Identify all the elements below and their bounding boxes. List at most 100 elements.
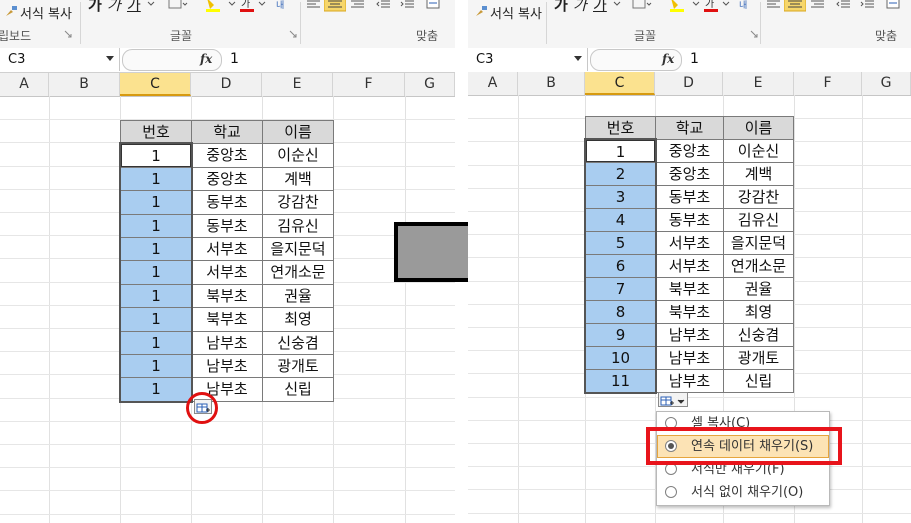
school-cell[interactable]: 북부초 xyxy=(191,307,263,332)
number-cell[interactable]: 1 xyxy=(120,307,192,332)
dialog-launcher-icon[interactable] xyxy=(750,30,758,38)
school-cell[interactable]: 남부초 xyxy=(191,354,263,379)
name-cell[interactable]: 최영 xyxy=(262,307,334,332)
name-cell[interactable]: 신립 xyxy=(723,369,794,393)
school-cell[interactable]: 중앙초 xyxy=(191,143,263,168)
number-cell[interactable]: 5 xyxy=(585,231,656,255)
column-header-d[interactable]: D xyxy=(655,72,723,95)
name-cell[interactable]: 이순신 xyxy=(723,139,794,163)
name-cell[interactable]: 이순신 xyxy=(262,143,334,168)
align-right-icon[interactable] xyxy=(810,0,826,8)
insert-function-button[interactable]: fx xyxy=(200,48,212,71)
merge-center-icon[interactable] xyxy=(426,0,450,10)
school-cell[interactable]: 서부초 xyxy=(191,237,263,262)
chevron-down-icon[interactable] xyxy=(228,0,236,8)
format-painter-icon[interactable] xyxy=(4,4,18,18)
name-cell[interactable]: 을지문덕 xyxy=(262,237,334,262)
phonetic-icon[interactable]: 내 xyxy=(275,0,289,10)
decrease-indent-icon[interactable] xyxy=(836,0,852,10)
name-cell[interactable]: 광개토 xyxy=(723,346,794,370)
school-cell[interactable]: 서부초 xyxy=(655,254,724,278)
name-cell[interactable]: 권율 xyxy=(723,277,794,301)
name-cell[interactable]: 권율 xyxy=(262,283,334,309)
font-color-icon[interactable]: 가 xyxy=(238,0,258,12)
bold-button[interactable]: 가 xyxy=(554,0,568,15)
name-box[interactable]: C3 xyxy=(468,48,588,71)
format-painter-button[interactable]: 서식 복사 xyxy=(20,3,72,22)
table-header-cell[interactable]: 학교 xyxy=(655,116,724,140)
name-cell[interactable]: 연개소문 xyxy=(723,254,794,278)
number-cell[interactable]: 1 xyxy=(585,139,656,163)
chevron-down-icon[interactable] xyxy=(147,0,155,8)
number-cell[interactable]: 1 xyxy=(120,213,192,238)
table-header-cell[interactable]: 이름 xyxy=(262,120,334,145)
column-header-a[interactable]: A xyxy=(0,73,49,96)
menu-item-fill-without-formatting[interactable]: 서식 없이 채우기(O) xyxy=(657,481,829,504)
number-cell[interactable]: 1 xyxy=(120,260,192,285)
table-header-cell[interactable]: 번호 xyxy=(120,120,192,145)
name-cell[interactable]: 강감찬 xyxy=(723,185,794,209)
name-cell[interactable]: 을지문덕 xyxy=(723,231,794,255)
font-color-icon[interactable]: 가 xyxy=(702,0,722,12)
school-cell[interactable]: 동부초 xyxy=(191,190,263,215)
number-cell[interactable]: 10 xyxy=(585,346,656,370)
increase-indent-icon[interactable] xyxy=(860,0,876,10)
number-cell[interactable]: 1 xyxy=(120,190,192,215)
auto-fill-options-button[interactable] xyxy=(658,392,688,407)
column-header-e[interactable]: E xyxy=(262,73,333,96)
table-header-cell[interactable]: 학교 xyxy=(191,120,263,145)
table-header-cell[interactable]: 이름 xyxy=(723,116,794,140)
school-cell[interactable]: 북부초 xyxy=(191,283,263,309)
align-left-icon[interactable] xyxy=(306,0,322,8)
column-header-c[interactable]: C xyxy=(585,72,655,95)
decrease-indent-icon[interactable] xyxy=(376,0,392,10)
name-box-dropdown-icon[interactable] xyxy=(574,56,582,61)
number-cell[interactable]: 3 xyxy=(585,185,656,209)
border-icon[interactable] xyxy=(168,0,188,10)
table-header-cell[interactable]: 번호 xyxy=(585,116,656,140)
name-cell[interactable]: 연개소문 xyxy=(262,260,334,285)
dialog-launcher-icon[interactable] xyxy=(289,30,297,38)
number-cell[interactable]: 1 xyxy=(120,283,192,309)
name-cell[interactable]: 김유신 xyxy=(262,213,334,238)
chevron-down-icon[interactable] xyxy=(258,0,266,8)
column-header-e[interactable]: E xyxy=(723,72,794,95)
italic-button[interactable]: 가 xyxy=(573,0,587,15)
number-cell[interactable]: 1 xyxy=(120,377,192,402)
name-cell[interactable]: 신숭겸 xyxy=(262,330,334,355)
bold-button[interactable]: 가 xyxy=(88,0,102,15)
name-box[interactable]: C3 xyxy=(0,48,120,71)
name-cell[interactable]: 광개토 xyxy=(262,354,334,379)
number-cell[interactable]: 1 xyxy=(120,143,192,168)
school-cell[interactable]: 동부초 xyxy=(655,185,724,209)
underline-button[interactable]: 가 xyxy=(593,0,607,15)
school-cell[interactable]: 서부초 xyxy=(191,260,263,285)
school-cell[interactable]: 동부초 xyxy=(191,213,263,238)
column-header-c[interactable]: C xyxy=(120,73,191,96)
column-header-b[interactable]: B xyxy=(518,72,585,95)
number-cell[interactable]: 1 xyxy=(120,237,192,262)
number-cell[interactable]: 9 xyxy=(585,323,656,347)
school-cell[interactable]: 중앙초 xyxy=(191,166,263,192)
school-cell[interactable]: 북부초 xyxy=(655,277,724,301)
school-cell[interactable]: 남부초 xyxy=(655,346,724,370)
column-header-b[interactable]: B xyxy=(49,73,120,96)
formula-value[interactable]: 1 xyxy=(230,48,239,71)
column-header-g[interactable]: G xyxy=(862,72,911,95)
fill-color-icon[interactable] xyxy=(204,0,226,12)
name-cell[interactable]: 계백 xyxy=(262,166,334,192)
name-cell[interactable]: 신숭겸 xyxy=(723,323,794,347)
column-header-f[interactable]: F xyxy=(794,72,862,95)
name-cell[interactable]: 강감찬 xyxy=(262,190,334,215)
number-cell[interactable]: 1 xyxy=(120,166,192,192)
italic-button[interactable]: 가 xyxy=(107,0,121,15)
fill-color-icon[interactable] xyxy=(668,0,690,12)
school-cell[interactable]: 남부초 xyxy=(655,369,724,393)
number-cell[interactable]: 8 xyxy=(585,300,656,324)
school-cell[interactable]: 동부초 xyxy=(655,208,724,232)
number-cell[interactable]: 4 xyxy=(585,208,656,232)
number-cell[interactable]: 7 xyxy=(585,277,656,301)
number-cell[interactable]: 1 xyxy=(120,354,192,379)
align-right-icon[interactable] xyxy=(350,0,366,8)
number-cell[interactable]: 11 xyxy=(585,369,656,393)
